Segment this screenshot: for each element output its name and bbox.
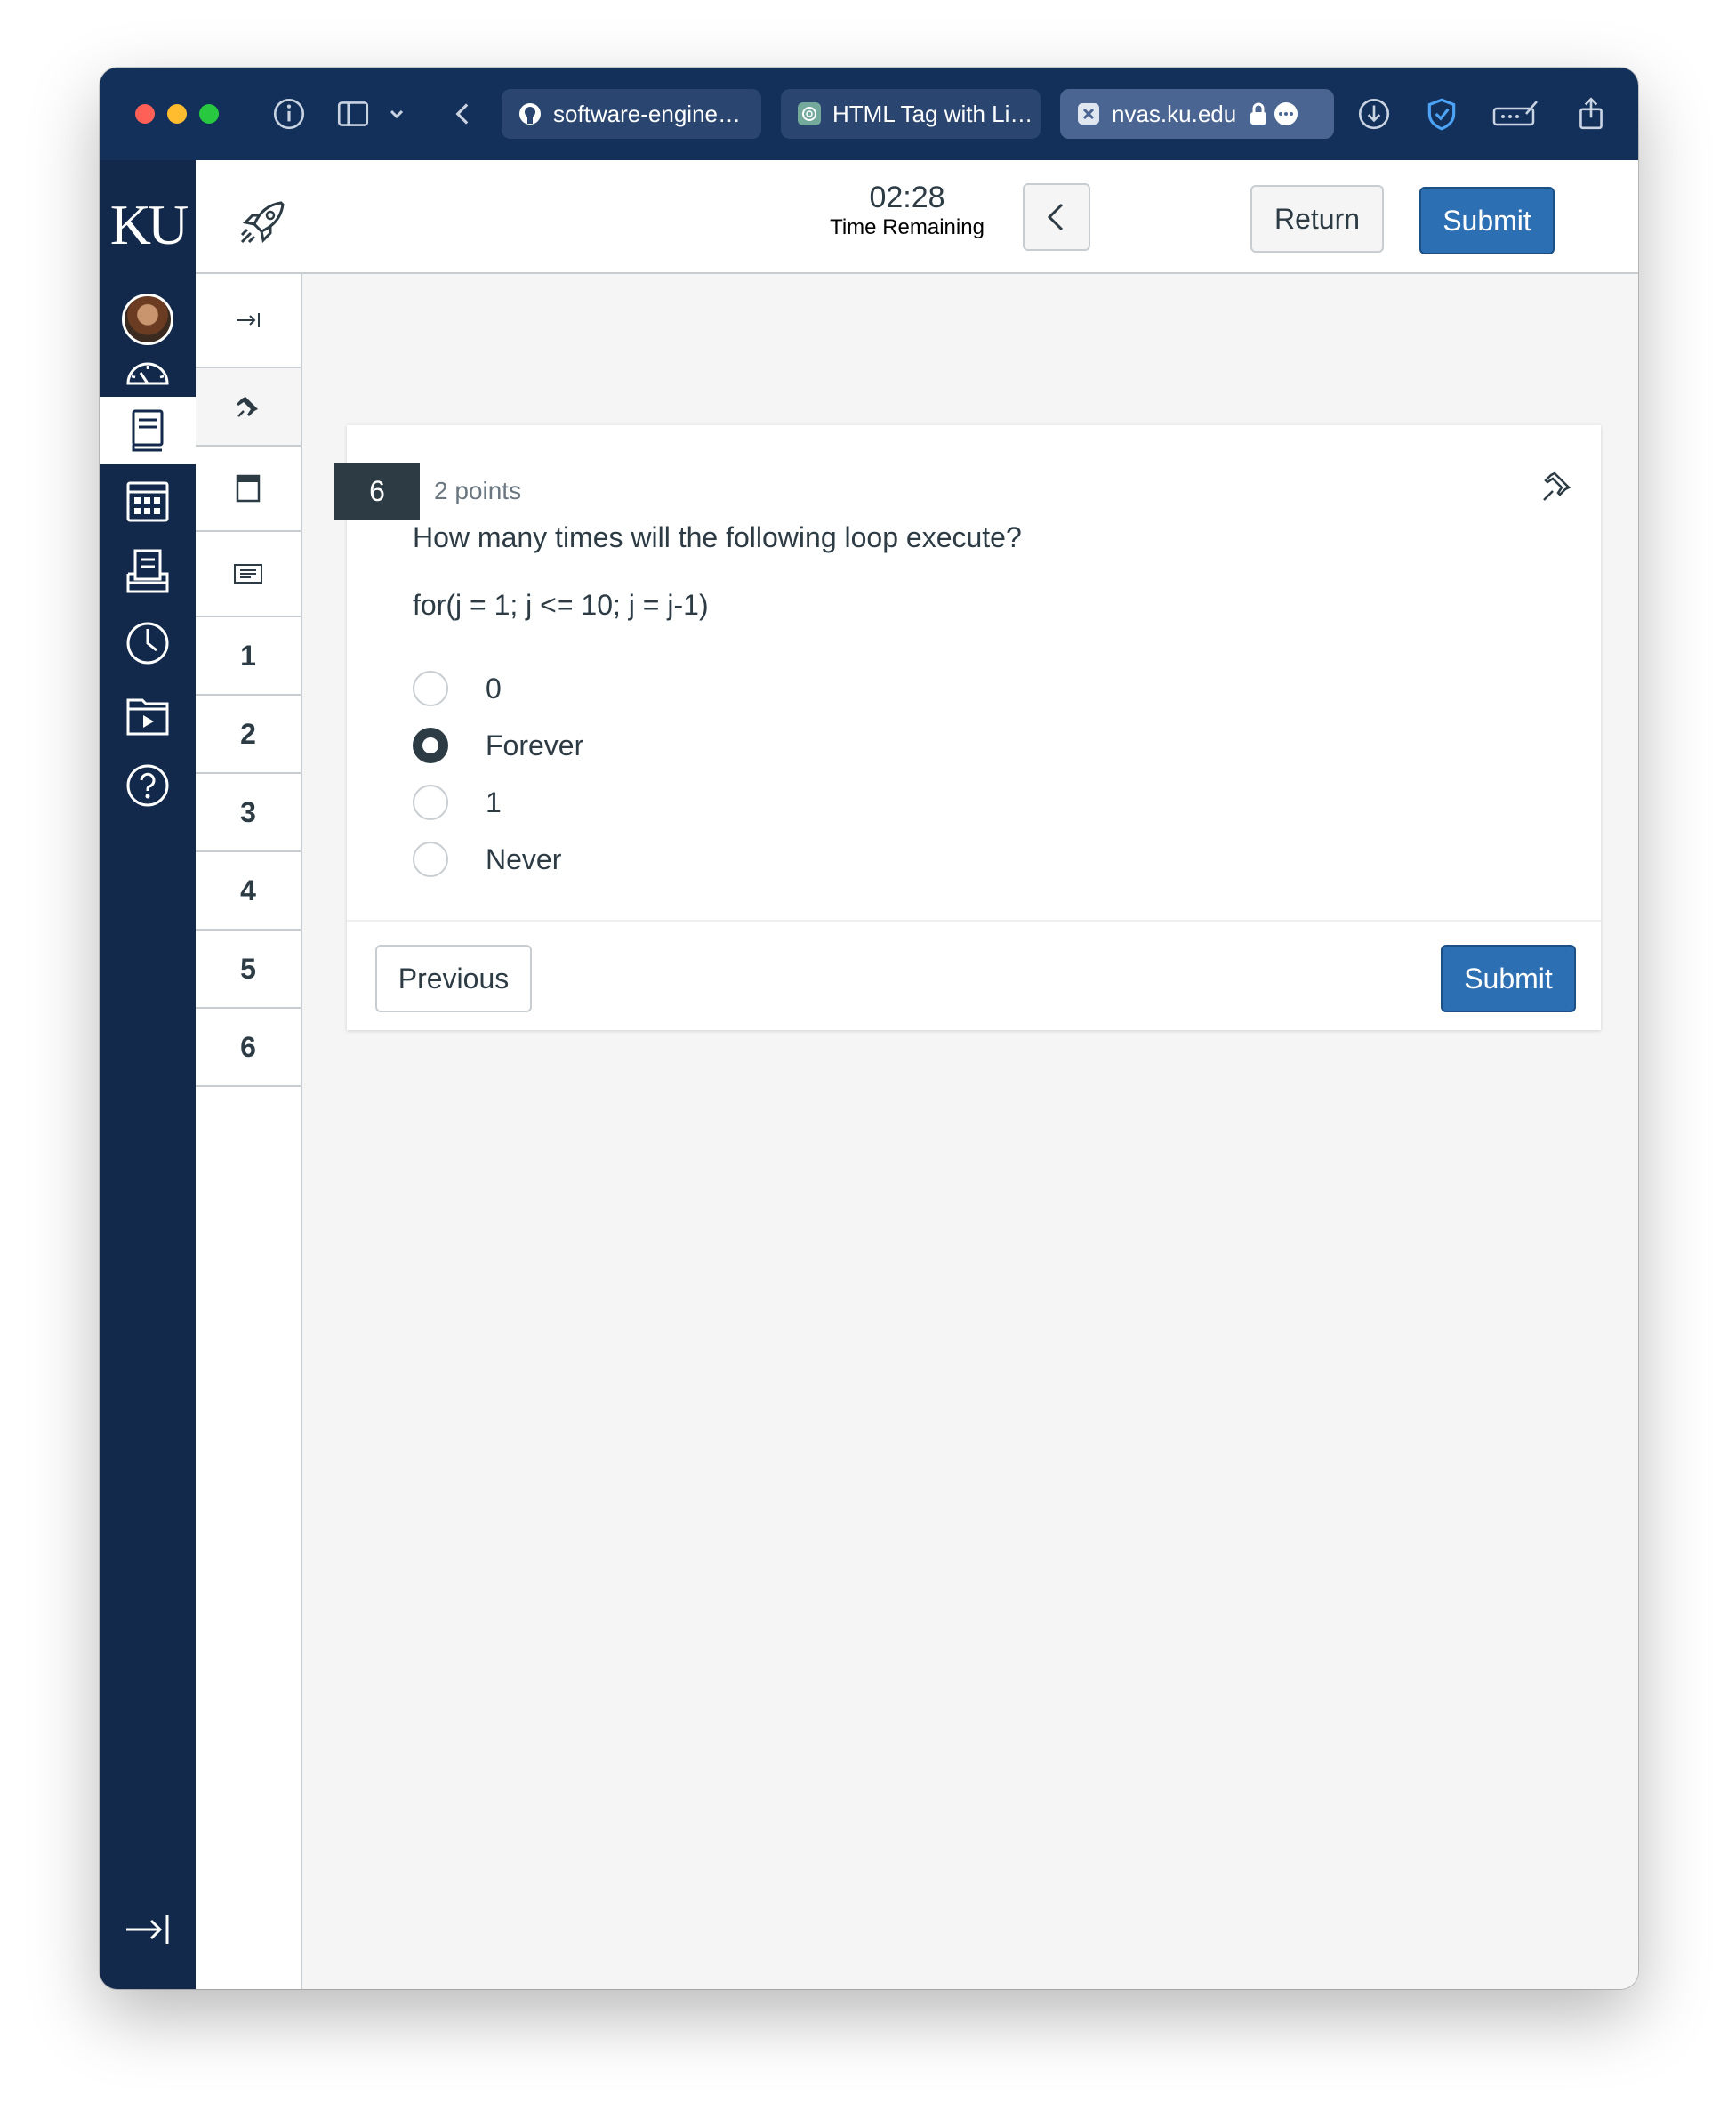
password-icon[interactable] <box>1491 95 1540 133</box>
nav-studio[interactable] <box>100 680 196 749</box>
question-link-2[interactable]: 2 <box>196 696 301 774</box>
pin-question-icon[interactable] <box>1539 468 1574 504</box>
timer: 02:28 Time Remaining <box>818 180 996 240</box>
radio-button[interactable] <box>413 842 448 877</box>
expand-icon <box>126 1915 169 1944</box>
download-icon[interactable] <box>1355 95 1393 133</box>
nav-courses[interactable] <box>100 397 196 464</box>
nav-history[interactable] <box>100 608 196 678</box>
question-link-3[interactable]: 3 <box>196 774 301 852</box>
question-navigator: 1 2 3 4 5 6 <box>196 274 302 1989</box>
global-navigation: KU <box>100 160 196 1989</box>
chevron-left-icon <box>1047 203 1064 231</box>
pinned-filter-button[interactable] <box>196 368 301 447</box>
question-card: 6 2 points How many times will the follo… <box>334 425 1601 1030</box>
submit-button[interactable]: Submit <box>1441 945 1576 1012</box>
dashboard-icon <box>126 362 169 385</box>
calculator-button[interactable] <box>196 447 301 532</box>
clock-icon <box>126 622 169 665</box>
browser-tab[interactable]: HTML Tag with Li… <box>781 89 1041 139</box>
calculator-icon <box>236 474 261 503</box>
timer-label: Time Remaining <box>830 215 985 239</box>
close-window-button[interactable] <box>135 104 155 124</box>
studio-icon <box>126 698 169 736</box>
shield-icon[interactable] <box>1423 95 1460 133</box>
answer-option[interactable]: Never <box>413 840 561 879</box>
browser-tab[interactable]: software-engine… <box>502 89 761 139</box>
calendar-icon <box>126 481 169 522</box>
inbox-icon <box>126 549 169 593</box>
question-link-6[interactable]: 6 <box>196 1009 301 1087</box>
expand-icon <box>237 313 260 327</box>
nav-calendar[interactable] <box>100 466 196 536</box>
option-label: 1 <box>486 786 502 818</box>
tab-label: software-engine… <box>553 100 741 127</box>
question-number: 6 <box>334 463 420 520</box>
browser-window: software-engine… HTML Tag with Li… nvas.… <box>100 68 1638 1989</box>
avatar <box>122 294 173 345</box>
more-icon[interactable] <box>1274 101 1298 126</box>
radio-button-checked[interactable] <box>413 728 448 763</box>
question-text: How many times will the following loop e… <box>413 521 1022 553</box>
answer-option-selected[interactable]: Forever <box>413 726 583 765</box>
sidebar-toggle-icon[interactable] <box>334 95 372 133</box>
option-label: Forever <box>486 729 584 761</box>
option-label: Never <box>486 842 562 875</box>
return-button[interactable]: Return <box>1250 185 1384 253</box>
close-tab-icon[interactable] <box>1076 101 1101 126</box>
radio-button[interactable] <box>413 785 448 820</box>
question-footer: Previous Submit <box>347 920 1601 1030</box>
quiz-content: 6 2 points How many times will the follo… <box>304 274 1638 1989</box>
notes-button[interactable] <box>196 532 301 617</box>
nav-expand[interactable] <box>100 1895 196 1964</box>
collapse-nav-button[interactable] <box>196 274 301 368</box>
share-icon[interactable] <box>1572 95 1610 133</box>
courses-icon <box>132 409 164 452</box>
rocket-icon <box>237 196 290 249</box>
chevron-down-icon[interactable] <box>384 95 409 133</box>
radio-button[interactable] <box>413 671 448 706</box>
ku-logo[interactable]: KU <box>105 192 190 258</box>
browser-tab-active[interactable]: nvas.ku.edu <box>1060 89 1334 139</box>
github-icon <box>518 101 542 126</box>
maximize-window-button[interactable] <box>199 104 219 124</box>
answer-option[interactable]: 1 <box>413 783 502 822</box>
previous-button[interactable]: Previous <box>375 945 532 1012</box>
pin-icon <box>237 397 258 417</box>
header-submit-button[interactable]: Submit <box>1419 187 1555 254</box>
question-link-4[interactable]: 4 <box>196 852 301 931</box>
option-label: 0 <box>486 672 502 705</box>
collapse-timer-button[interactable] <box>1023 183 1090 251</box>
question-link-1[interactable]: 1 <box>196 617 301 696</box>
chatgpt-icon <box>797 101 822 126</box>
nav-help[interactable] <box>100 751 196 820</box>
help-icon <box>126 764 169 807</box>
minimize-window-button[interactable] <box>167 104 187 124</box>
quiz-header: 02:28 Time Remaining Return Submit <box>196 160 1638 274</box>
question-link-5[interactable]: 5 <box>196 931 301 1009</box>
browser-toolbar: software-engine… HTML Tag with Li… nvas.… <box>100 68 1638 160</box>
tab-label: nvas.ku.edu <box>1112 100 1237 127</box>
tab-label: HTML Tag with Li… <box>832 100 1033 127</box>
timer-value: 02:28 <box>869 181 945 214</box>
info-icon[interactable] <box>270 95 308 133</box>
question-code: for(j = 1; j <= 10; j = j-1) <box>413 589 709 621</box>
notes-icon <box>234 564 262 584</box>
nav-inbox[interactable] <box>100 537 196 607</box>
question-points: 2 points <box>434 477 522 504</box>
answer-option[interactable]: 0 <box>413 669 502 708</box>
lock-icon <box>1249 101 1268 126</box>
back-icon[interactable] <box>445 95 482 133</box>
